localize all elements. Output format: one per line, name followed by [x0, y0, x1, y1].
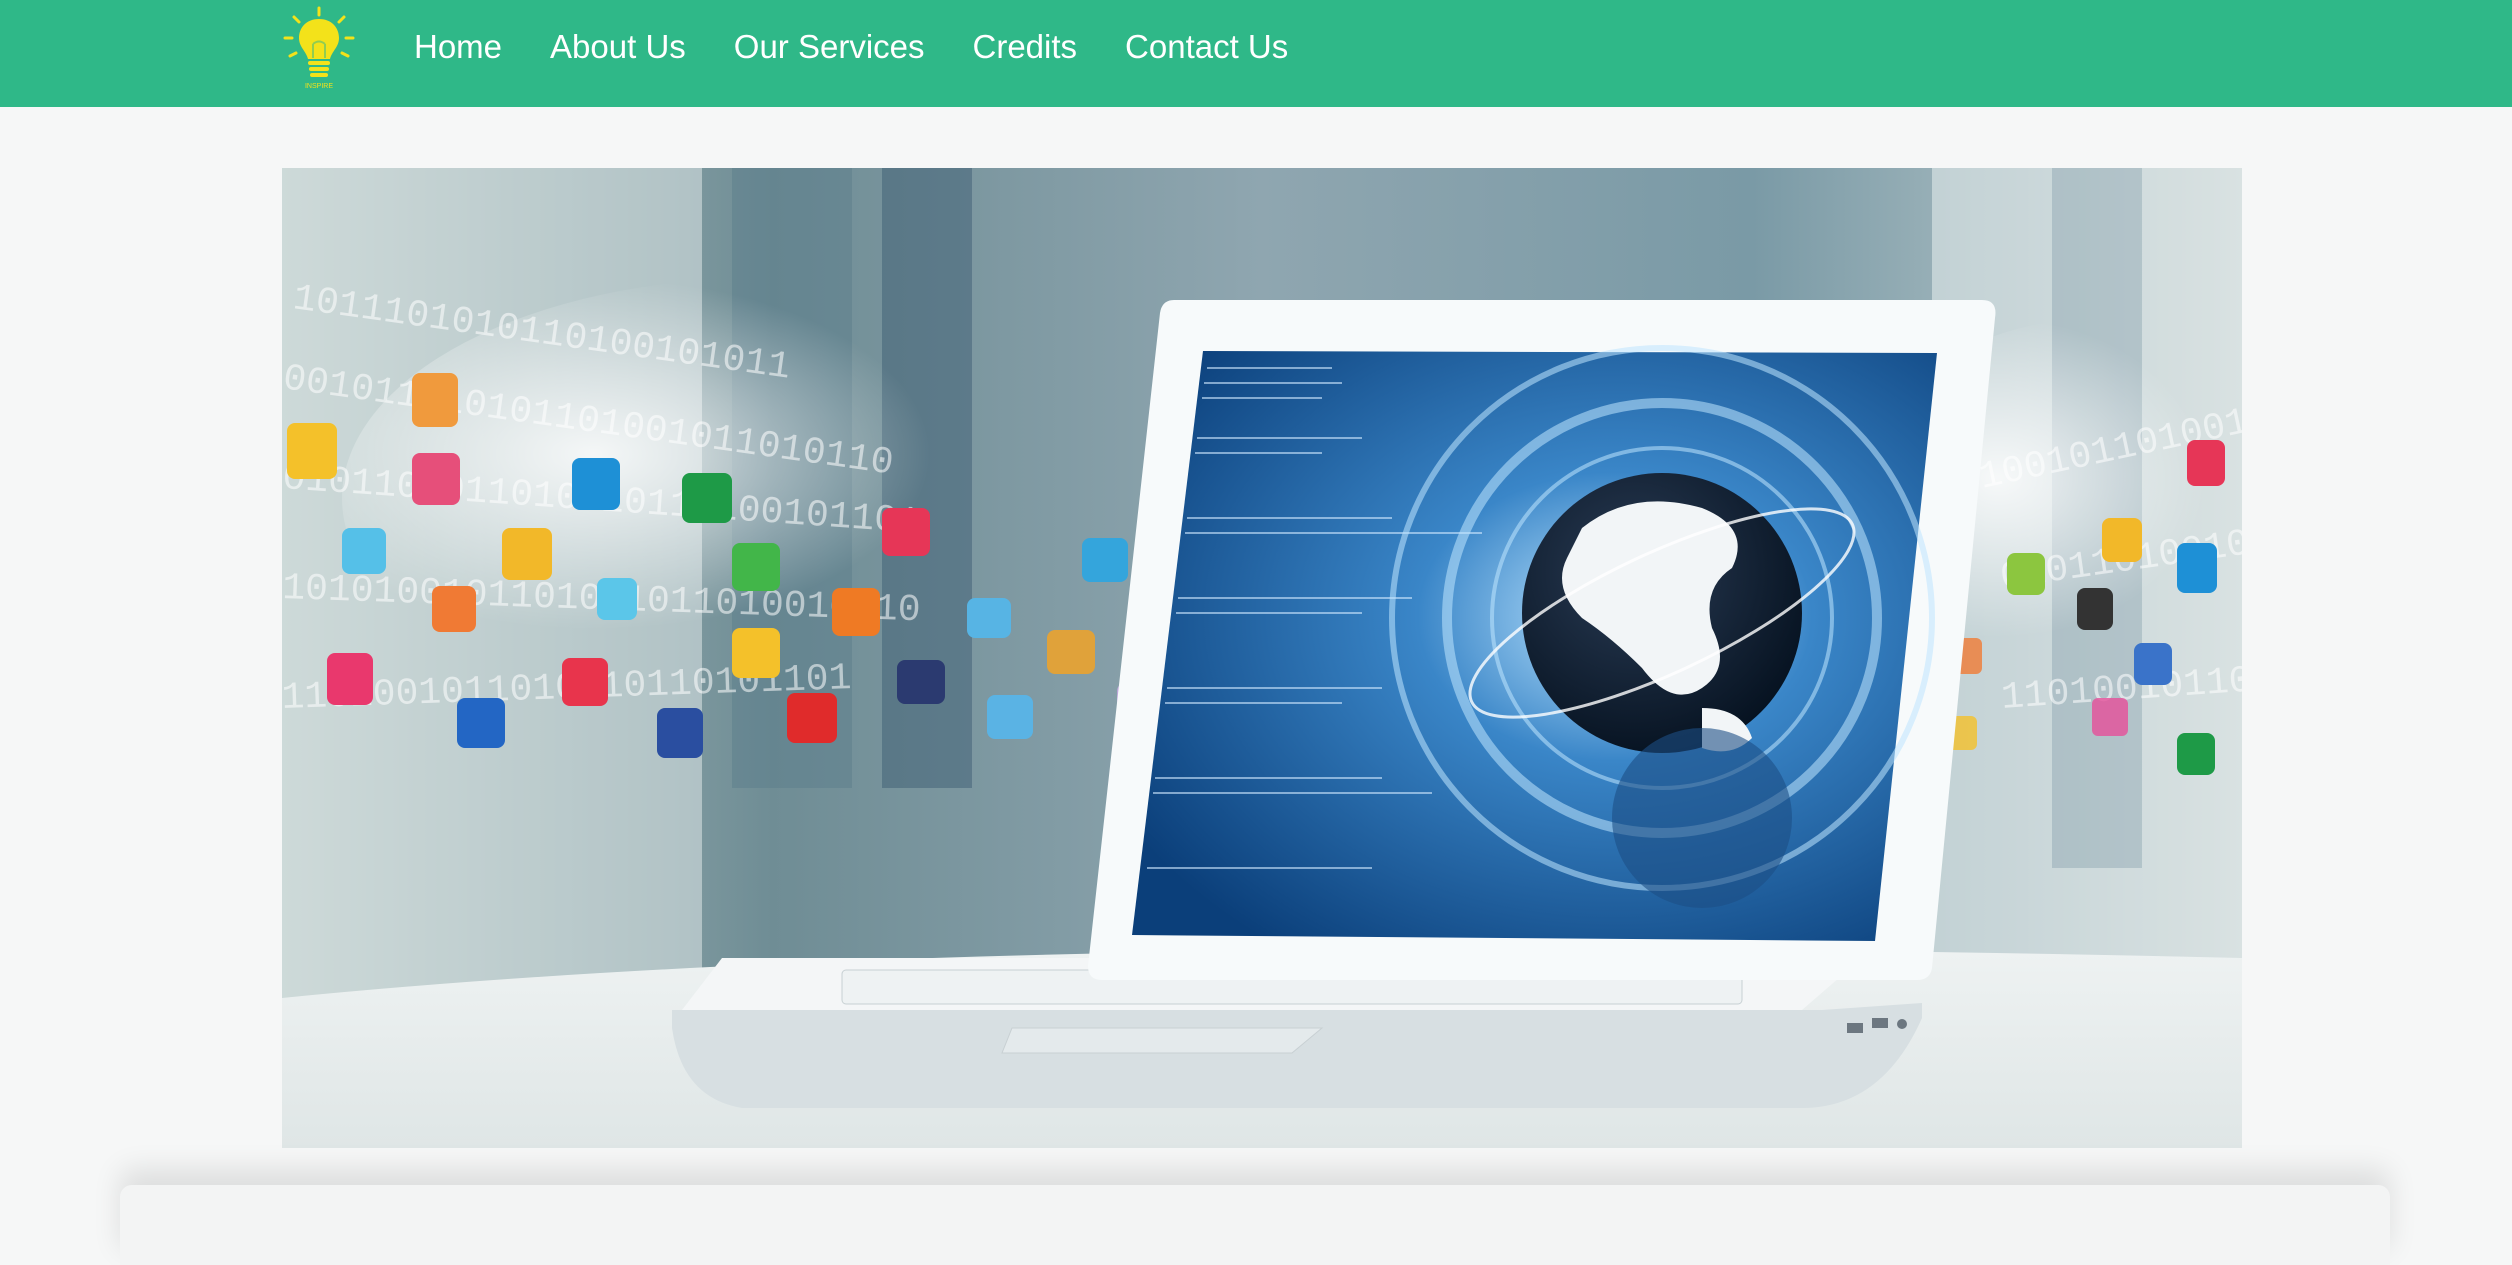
nav-about-us[interactable]: About Us: [526, 30, 710, 63]
top-navigation-bar: INSPIRE Home About Us Our Services Credi…: [0, 0, 2512, 107]
content-card-edge: [120, 1185, 2390, 1265]
lightbulb-logo-icon[interactable]: INSPIRE: [280, 6, 358, 92]
nav-home[interactable]: Home: [414, 30, 526, 63]
nav-credits[interactable]: Credits: [949, 30, 1102, 63]
hero-image: 1011101010110100101011 00101111010110100…: [282, 168, 2242, 1148]
nav-contact-us[interactable]: Contact Us: [1101, 30, 1312, 63]
nav-our-services[interactable]: Our Services: [710, 30, 949, 63]
main-nav: Home About Us Our Services Credits Conta…: [414, 0, 1312, 107]
logo-text: INSPIRE: [305, 83, 333, 90]
